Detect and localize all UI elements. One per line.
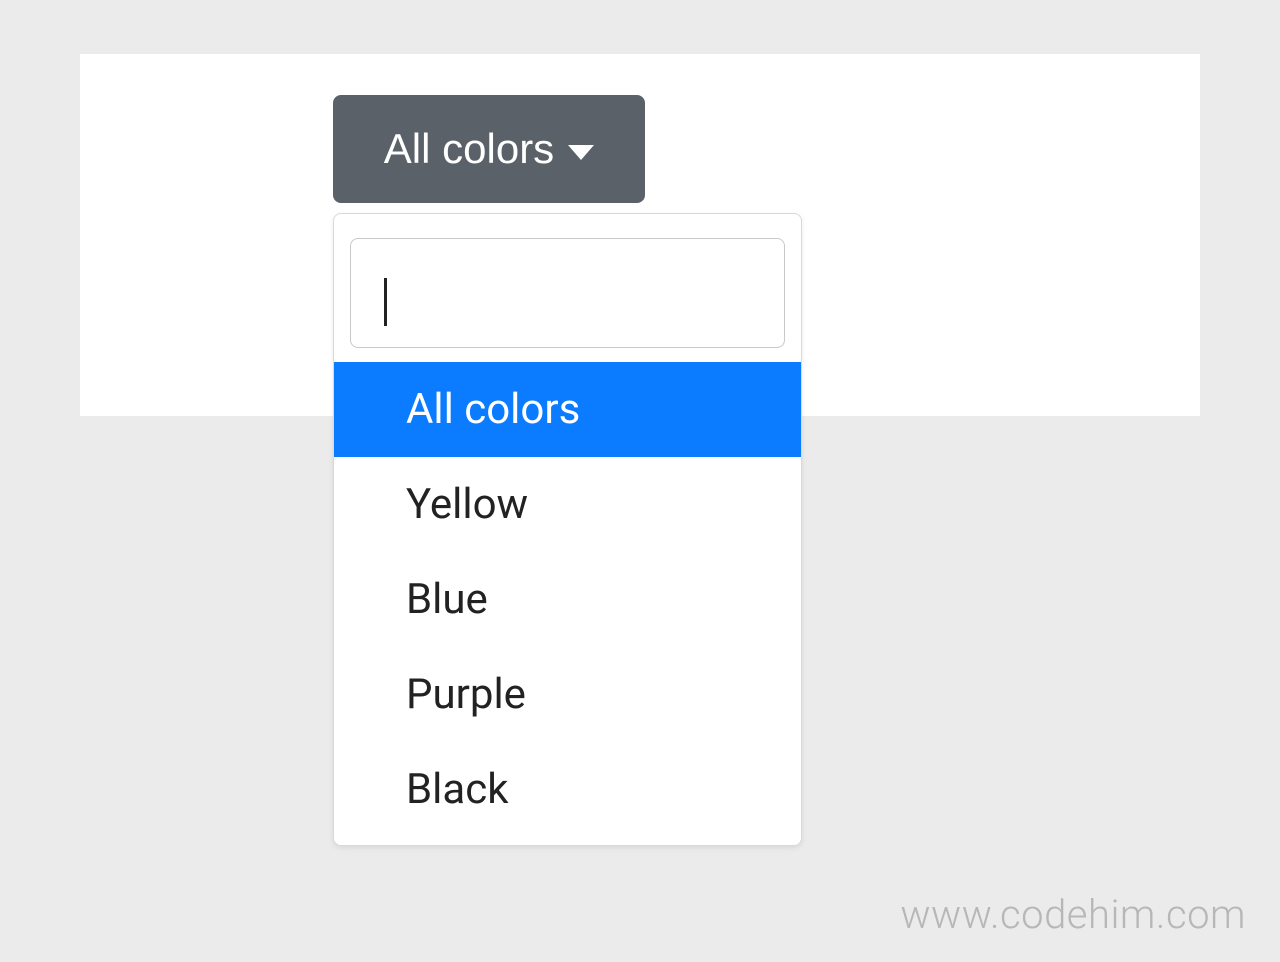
option-label: All colors [406, 385, 580, 434]
option-label: Yellow [406, 480, 528, 529]
option-label: Black [406, 765, 509, 814]
dropdown-search-input[interactable] [350, 238, 785, 348]
dropdown-option-black[interactable]: Black [334, 742, 801, 837]
dropdown-toggle-label: All colors [384, 125, 554, 173]
text-cursor-icon [384, 278, 387, 326]
option-label: Purple [406, 670, 526, 719]
caret-down-icon [568, 145, 594, 160]
dropdown-toggle-button[interactable]: All colors [333, 95, 645, 203]
dropdown-option-purple[interactable]: Purple [334, 647, 801, 742]
watermark-text: www.codehim.com [900, 891, 1246, 938]
dropdown-option-all-colors[interactable]: All colors [334, 362, 801, 457]
dropdown-menu: All colors Yellow Blue Purple Black [333, 213, 802, 846]
option-label: Blue [406, 575, 488, 624]
dropdown-option-yellow[interactable]: Yellow [334, 457, 801, 552]
dropdown-option-blue[interactable]: Blue [334, 552, 801, 647]
dropdown-search-wrap [334, 228, 801, 362]
